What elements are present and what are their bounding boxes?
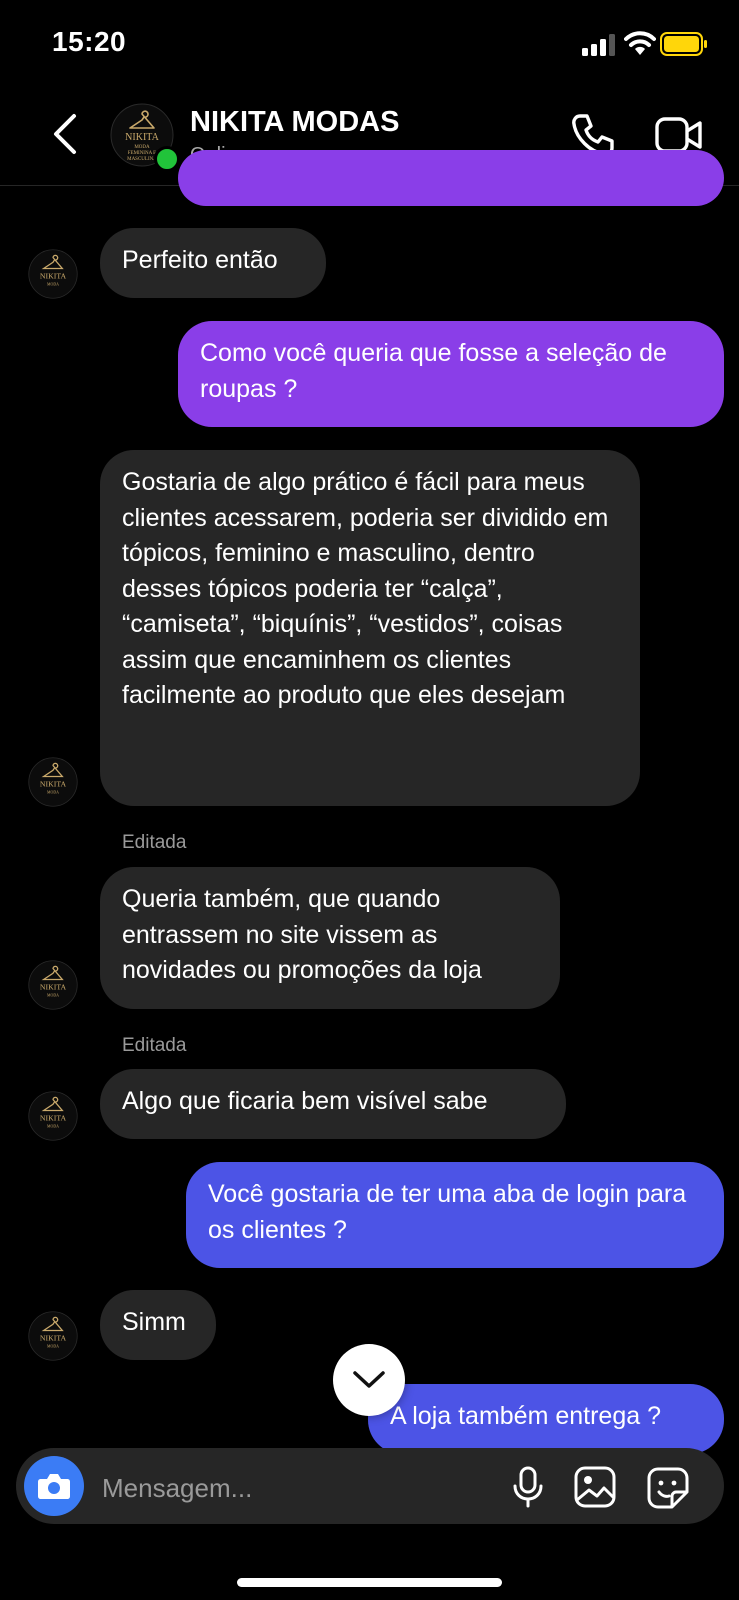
edited-label: Editada [122, 1035, 187, 1056]
message-bubble-incoming[interactable]: Gostaria de algo prático é fácil para me… [100, 450, 640, 806]
contact-avatar-small: NIKITA MODA [28, 960, 78, 1010]
scroll-to-bottom-button[interactable] [333, 1344, 405, 1416]
svg-text:MODA: MODA [47, 791, 59, 795]
svg-text:NIKITA: NIKITA [40, 983, 67, 992]
status-time: 15:20 [52, 26, 127, 57]
contact-avatar-small: NIKITA MODA [28, 1091, 78, 1141]
cellular-signal-icon [582, 34, 615, 56]
svg-text:NIKITA: NIKITA [40, 1114, 67, 1123]
message-bubble-incoming[interactable]: Algo que ficaria bem visível sabe [100, 1069, 566, 1139]
microphone-icon[interactable] [512, 1466, 544, 1508]
home-indicator [237, 1578, 502, 1587]
message-bubble-outgoing[interactable]: Você gostaria de ter uma aba de login pa… [186, 1162, 724, 1268]
edited-label: Editada [122, 832, 187, 853]
svg-text:NIKITA: NIKITA [40, 1334, 67, 1343]
camera-icon [38, 1474, 70, 1499]
message-bubble-outgoing[interactable] [178, 150, 724, 206]
contact-avatar-small: NIKITA MODA [28, 757, 78, 807]
avatar-logo-text: NIKITA [125, 132, 159, 143]
svg-text:MODA: MODA [47, 283, 59, 287]
chevron-down-icon [353, 1371, 385, 1388]
svg-text:MODA: MODA [47, 1125, 59, 1129]
sticker-icon[interactable] [646, 1466, 690, 1510]
message-input[interactable] [100, 1470, 484, 1506]
online-indicator [154, 146, 180, 172]
svg-text:NIKITA: NIKITA [40, 272, 67, 281]
contact-avatar-small: NIKITA MODA [28, 249, 78, 299]
svg-text:MASCULINA: MASCULINA [127, 157, 157, 162]
contact-avatar-small: NIKITA MODA [28, 1311, 78, 1361]
message-bubble-outgoing[interactable]: A loja também entrega ? [368, 1384, 724, 1454]
contact-name[interactable]: NIKITA MODAS [190, 106, 399, 139]
wifi-icon [624, 31, 656, 55]
message-bubble-incoming[interactable]: Perfeito então [100, 228, 326, 298]
message-bubble-incoming[interactable]: Simm [100, 1290, 216, 1360]
svg-text:MODA: MODA [134, 145, 150, 150]
svg-text:FEMININA E: FEMININA E [128, 151, 156, 156]
image-icon[interactable] [574, 1466, 616, 1508]
svg-text:NIKITA: NIKITA [40, 780, 67, 789]
svg-text:MODA: MODA [47, 1345, 59, 1349]
battery-icon [660, 32, 707, 56]
camera-button[interactable] [24, 1456, 84, 1516]
message-bubble-outgoing[interactable]: Como você queria que fosse a seleção de … [178, 321, 724, 427]
message-bubble-incoming[interactable]: Queria também, que quando entrassem no s… [100, 867, 560, 1009]
svg-text:MODA: MODA [47, 994, 59, 998]
back-chevron-icon[interactable] [48, 112, 80, 156]
